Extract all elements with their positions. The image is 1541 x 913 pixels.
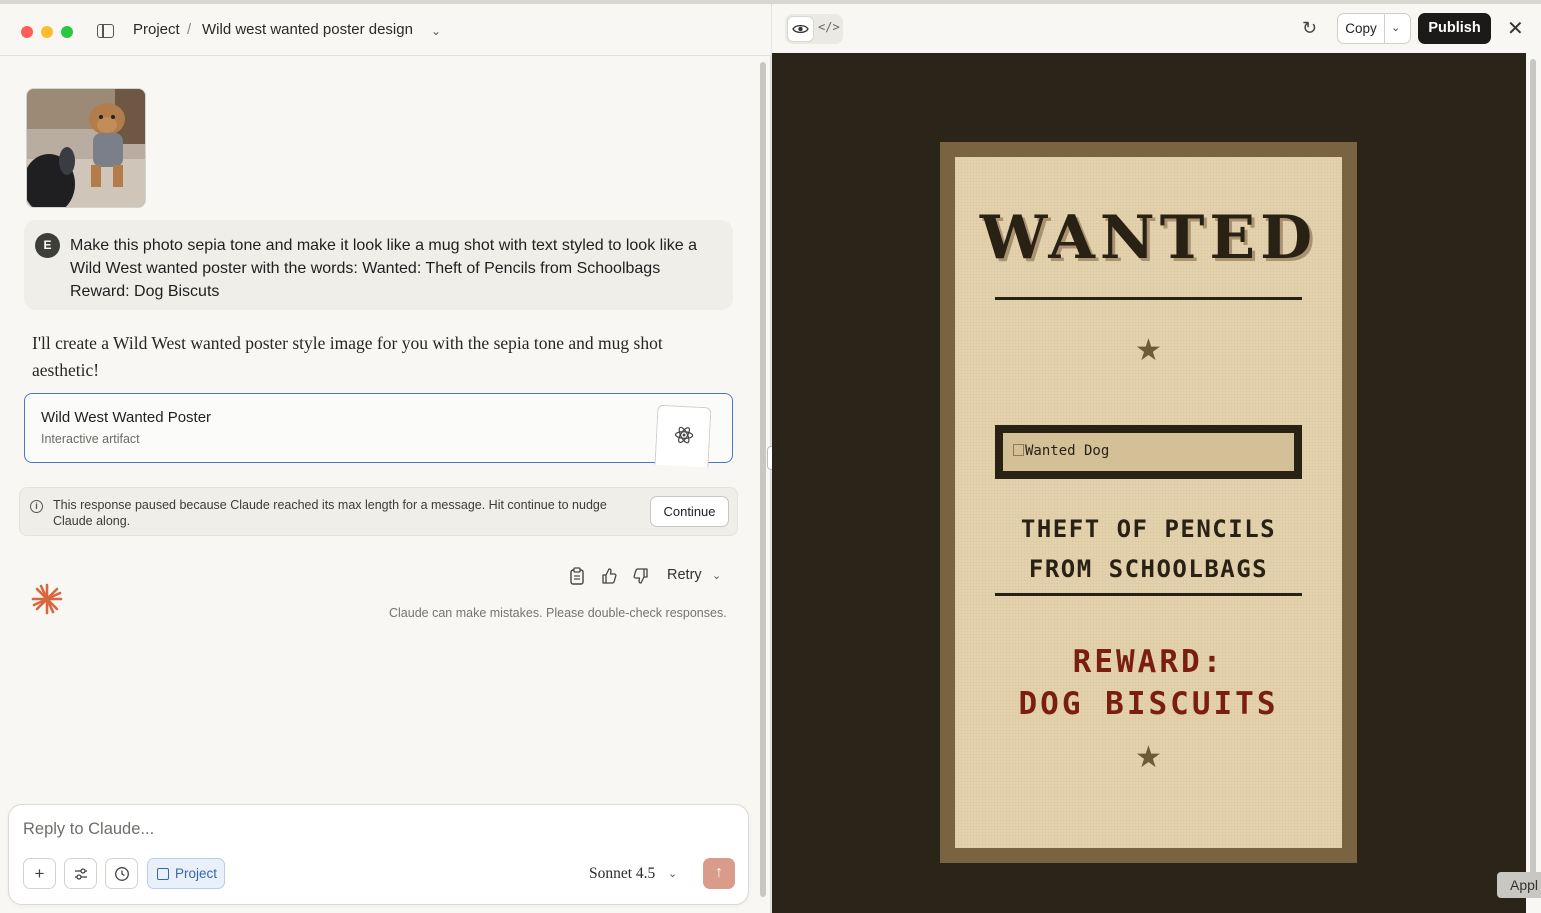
claude-spark-icon [31, 583, 63, 615]
reward-line-1: REWARD: [1072, 644, 1225, 680]
disclaimer-text: Claude can make mistakes. Please double-… [389, 606, 727, 620]
background-app-button[interactable]: Appl [1497, 872, 1541, 898]
poster-frame: WANTED ★ Wanted Dog THEFT OF PENCILS FRO… [940, 142, 1357, 863]
model-selector[interactable]: Sonnet 4.5 [589, 865, 655, 883]
chat-scrollbar[interactable] [760, 62, 766, 897]
thumbs-up-icon[interactable] [601, 567, 617, 585]
reply-composer: + Project Sonnet 4.5 ⌄ [8, 804, 749, 905]
notice-text: This response paused because Claude reac… [53, 498, 607, 528]
crime-line-1: THEFT OF PENCILS [1020, 515, 1277, 543]
publish-button[interactable]: Publish [1418, 13, 1491, 44]
reply-input[interactable] [23, 820, 623, 839]
poster-divider-bottom [995, 593, 1302, 596]
model-chevron-down-icon[interactable]: ⌄ [668, 867, 677, 880]
user-message-text: Make this photo sepia tone and make it l… [70, 237, 697, 300]
close-window-button[interactable] [21, 26, 33, 38]
poster-heading: WANTED [979, 203, 1318, 273]
retry-chevron-down-icon[interactable]: ⌄ [712, 569, 721, 582]
thumbs-down-icon[interactable] [633, 567, 649, 585]
poster-divider-top [995, 297, 1302, 300]
wanted-poster: WANTED ★ Wanted Dog THEFT OF PENCILS FRO… [955, 157, 1342, 848]
user-avatar: E [35, 233, 60, 258]
broken-image-alt: Wanted Dog [1025, 443, 1110, 459]
minimize-window-button[interactable] [41, 26, 53, 38]
title-bar: Project / Wild west wanted poster design… [0, 4, 771, 56]
react-icon [674, 426, 694, 444]
breadcrumb-separator: / [187, 21, 192, 38]
poster-crime: THEFT OF PENCILS FROM SCHOOLBAGS [955, 509, 1342, 589]
copy-icon[interactable] [569, 567, 585, 585]
poster-reward: REWARD: DOG BISCUITS [955, 641, 1342, 725]
artifact-subtitle: Interactive artifact [41, 432, 140, 446]
info-icon: i [30, 500, 43, 513]
add-attachment-button[interactable]: + [23, 858, 56, 889]
poster-photo-frame: Wanted Dog [995, 425, 1302, 479]
artifact-toolbar: </> ↻ Copy ⌄ Publish ✕ [772, 4, 1541, 53]
clock-history-icon [114, 867, 129, 881]
chevron-down-icon[interactable]: ⌄ [431, 24, 441, 38]
preview-toggle-button[interactable] [787, 16, 814, 42]
sidebar-toggle-icon[interactable] [97, 24, 114, 38]
star-icon-bottom: ★ [1135, 741, 1162, 774]
user-message: E Make this photo sepia tone and make it… [24, 220, 733, 310]
attached-photo-thumbnail[interactable] [26, 88, 146, 208]
project-icon [157, 868, 169, 880]
send-button[interactable]: ↑ [703, 858, 735, 889]
sliders-icon [74, 868, 87, 880]
copy-button-group: Copy ⌄ [1337, 13, 1411, 44]
artifact-card[interactable]: Wild West Wanted Poster Interactive arti… [24, 393, 733, 468]
broken-image: Wanted Dog [1013, 443, 1109, 459]
artifact-title: Wild West Wanted Poster [41, 409, 212, 426]
reward-line-2: DOG BISCUITS [1018, 686, 1279, 722]
breadcrumb-project[interactable]: Project [133, 21, 180, 38]
history-button[interactable] [105, 858, 138, 889]
tools-button[interactable] [64, 858, 97, 889]
eye-icon [792, 24, 809, 34]
assistant-message-text: I'll create a Wild West wanted poster st… [32, 333, 663, 380]
continue-button[interactable]: Continue [650, 496, 729, 527]
artifact-preview: WANTED ★ Wanted Dog THEFT OF PENCILS FRO… [772, 53, 1526, 913]
star-icon: ★ [1135, 334, 1162, 367]
preview-scrollbar[interactable] [1530, 59, 1536, 874]
project-chip-label: Project [175, 866, 218, 881]
view-toggle: </> [785, 14, 843, 44]
chat-pane: Project / Wild west wanted poster design… [0, 4, 771, 913]
code-icon[interactable]: </> [818, 20, 840, 34]
max-length-notice: i This response paused because Claude re… [19, 487, 738, 536]
refresh-icon[interactable]: ↻ [1302, 18, 1317, 39]
app-window: Project / Wild west wanted poster design… [0, 4, 1541, 913]
crime-line-2: FROM SCHOOLBAGS [1028, 555, 1269, 583]
close-icon[interactable]: ✕ [1507, 16, 1524, 41]
artifact-pane: </> ↻ Copy ⌄ Publish ✕ WANTED ★ Wanted D… [772, 4, 1541, 913]
project-chip[interactable]: Project [147, 858, 225, 889]
artifact-thumbnail [654, 404, 712, 468]
copy-button[interactable]: Copy [1338, 14, 1385, 43]
zoom-window-button[interactable] [61, 26, 73, 38]
poster-photo-area: Wanted Dog [1003, 433, 1294, 471]
retry-button[interactable]: Retry [667, 567, 702, 583]
copy-chevron-down-icon[interactable]: ⌄ [1391, 21, 1400, 34]
broken-image-icon [1013, 444, 1024, 456]
conversation-title[interactable]: Wild west wanted poster design [202, 21, 413, 38]
